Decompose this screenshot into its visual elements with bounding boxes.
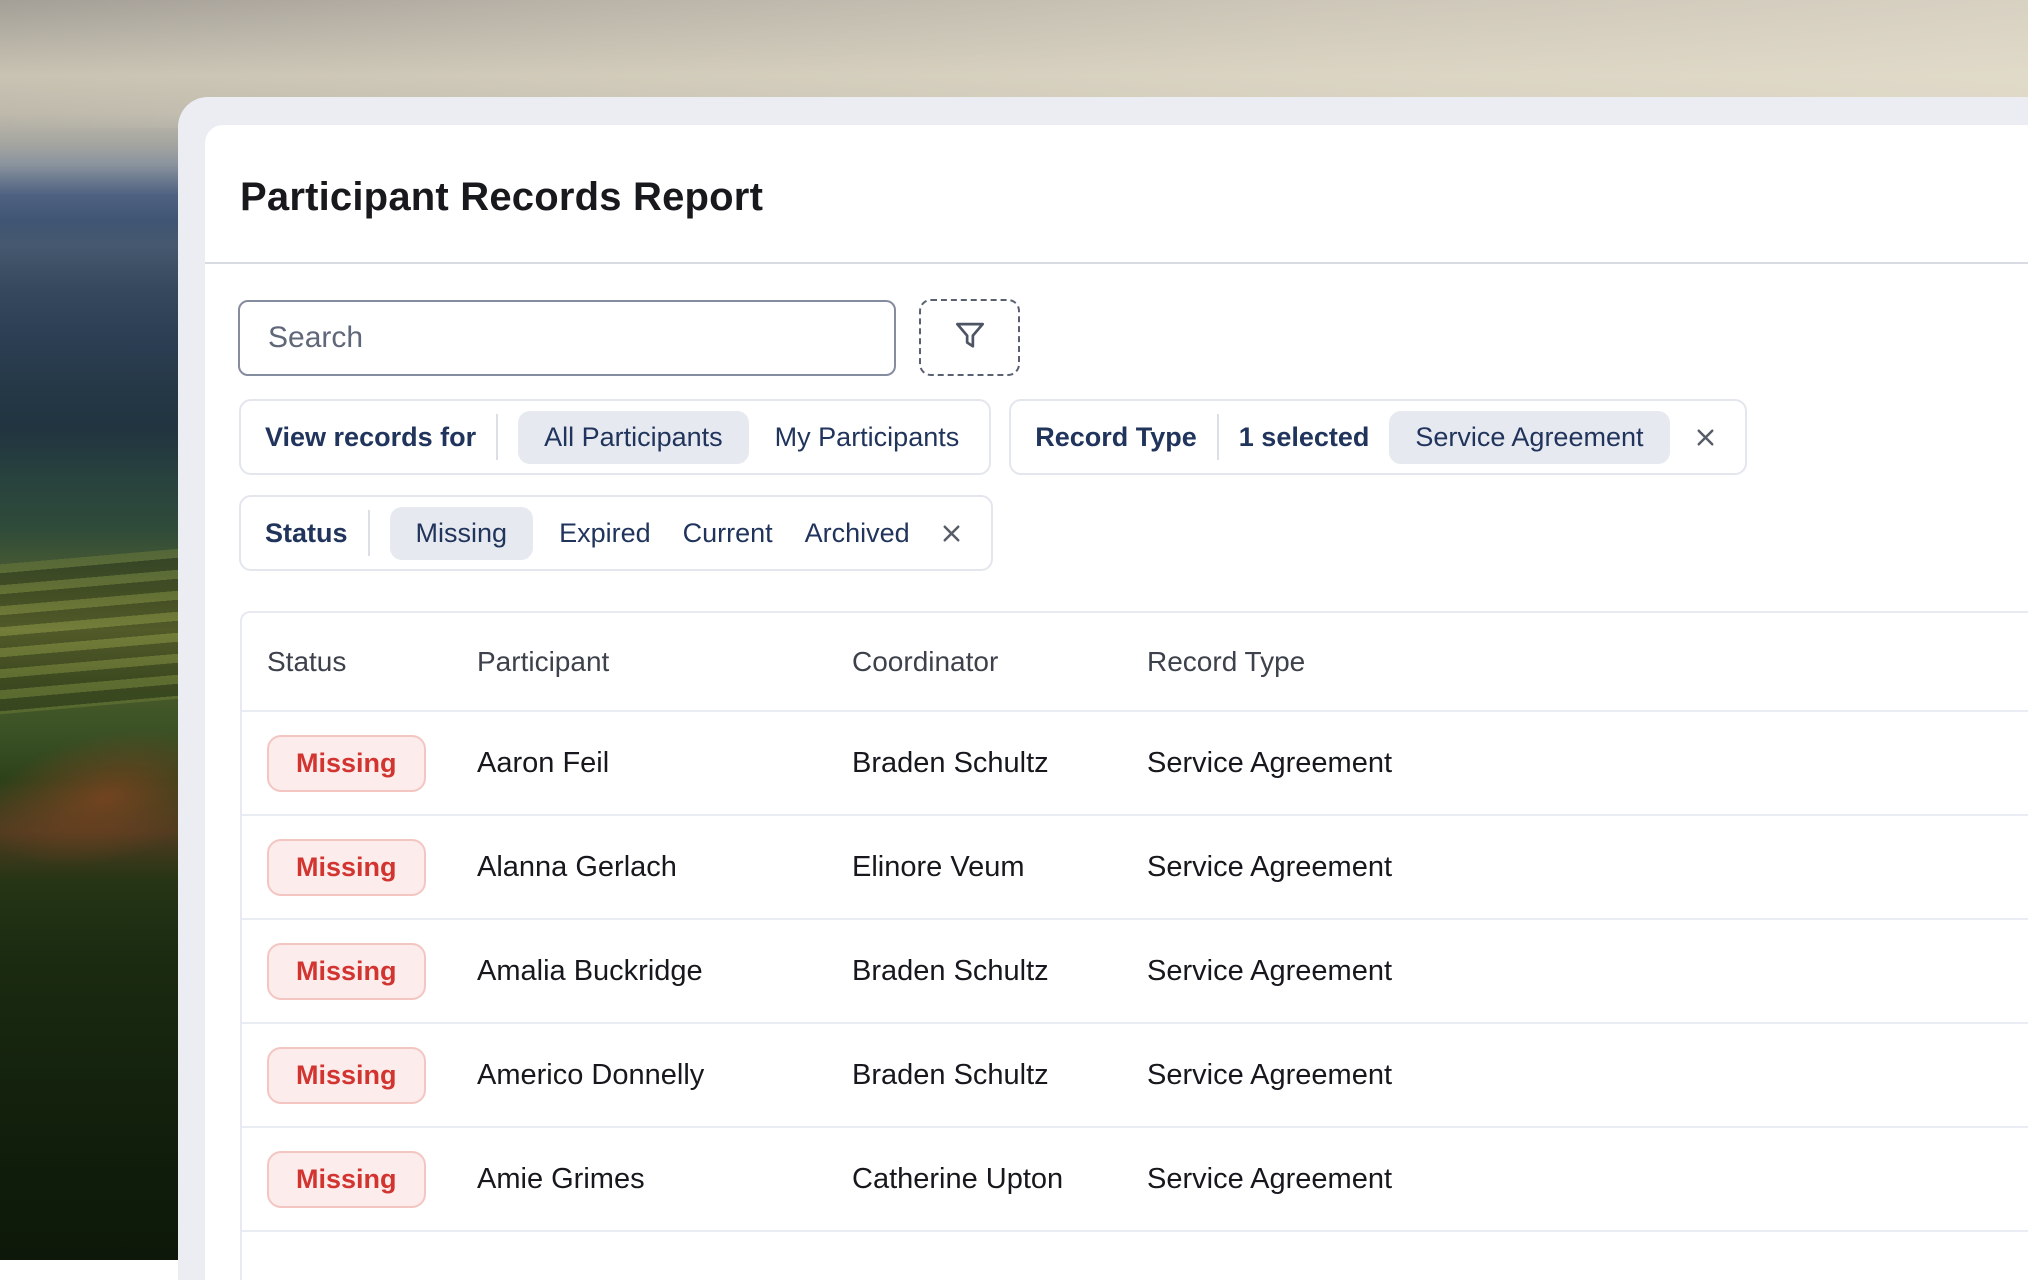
record-type-cell: Service Agreement	[1147, 954, 1393, 987]
divider	[1216, 414, 1219, 460]
filter-group-record-type: Record Type 1 selected Service Agreement	[1009, 399, 1747, 475]
filter-group-view-records: View records for All Participants My Par…	[239, 399, 992, 475]
participant-cell: Aaron Feil	[477, 746, 610, 779]
page-title: Participant Records Report	[240, 175, 764, 219]
record-type-clear-button[interactable]	[1690, 424, 1721, 451]
header-divider	[205, 262, 2028, 264]
coordinator-cell: Elinore Veum	[852, 850, 1025, 883]
segment-option-my-participants[interactable]: My Participants	[769, 422, 966, 453]
filter-group-label: Status	[265, 517, 348, 548]
funnel-icon	[951, 317, 989, 358]
coordinator-cell: Catherine Upton	[852, 1162, 1064, 1195]
table-row: Missing Aaron Feil Braden Schultz Servic…	[242, 712, 2028, 816]
table-row: Missing Amalia Buckridge Braden Schultz …	[242, 920, 2028, 1024]
status-option-archived[interactable]: Archived	[799, 518, 916, 549]
column-header-coordinator: Coordinator	[852, 645, 999, 677]
table-row: Missing Alanna Gerlach Elinore Veum Serv…	[242, 816, 2028, 920]
filter-group-label: View records for	[265, 421, 477, 452]
filter-row-1: View records for All Participants My Par…	[239, 399, 1747, 475]
status-clear-button[interactable]	[936, 520, 967, 547]
background-vineyard	[0, 547, 190, 715]
records-table: Status Participant Coordinator Record Ty…	[240, 611, 2028, 1280]
filter-group-label: Record Type	[1035, 421, 1197, 452]
record-type-cell: Service Agreement	[1147, 746, 1393, 779]
status-option-current[interactable]: Current	[677, 518, 779, 549]
status-badge: Missing	[267, 734, 426, 792]
divider	[367, 510, 370, 556]
table-row: Missing Amie Grimes Catherine Upton Serv…	[242, 1128, 2028, 1232]
close-icon	[1692, 424, 1719, 451]
table-header-row: Status Participant Coordinator Record Ty…	[242, 613, 2028, 712]
status-badge: Missing	[267, 1150, 426, 1208]
column-header-participant: Participant	[477, 645, 610, 677]
filter-row-2: Status Missing Expired Current Archived	[239, 495, 993, 571]
column-header-record-type: Record Type	[1147, 645, 1306, 677]
filter-group-status: Status Missing Expired Current Archived	[239, 495, 993, 571]
close-icon	[938, 520, 965, 547]
status-option-expired[interactable]: Expired	[553, 518, 657, 549]
filter-button[interactable]	[919, 299, 1020, 376]
report-card: Participant Records Report View records …	[205, 125, 2028, 1280]
segment-option-all-participants[interactable]: All Participants	[518, 410, 749, 464]
status-option-missing[interactable]: Missing	[389, 506, 534, 560]
status-badge: Missing	[267, 838, 426, 896]
participant-cell: Amie Grimes	[477, 1162, 645, 1195]
coordinator-cell: Braden Schultz	[852, 954, 1049, 987]
divider	[496, 414, 499, 460]
record-type-selected-count: 1 selected	[1238, 421, 1370, 452]
record-type-cell: Service Agreement	[1147, 1058, 1393, 1091]
table-row: Missing Americo Donnelly Braden Schultz …	[242, 1024, 2028, 1128]
column-header-status: Status	[267, 645, 347, 677]
record-type-chip-service-agreement[interactable]: Service Agreement	[1389, 410, 1670, 464]
participant-cell: Alanna Gerlach	[477, 850, 677, 883]
record-type-cell: Service Agreement	[1147, 1162, 1393, 1195]
search-input[interactable]	[238, 300, 896, 376]
record-type-cell: Service Agreement	[1147, 850, 1393, 883]
participant-cell: Americo Donnelly	[477, 1058, 705, 1091]
status-badge: Missing	[267, 942, 426, 1000]
status-badge: Missing	[267, 1046, 426, 1104]
participant-cell: Amalia Buckridge	[477, 954, 703, 987]
coordinator-cell: Braden Schultz	[852, 1058, 1049, 1091]
coordinator-cell: Braden Schultz	[852, 746, 1049, 779]
